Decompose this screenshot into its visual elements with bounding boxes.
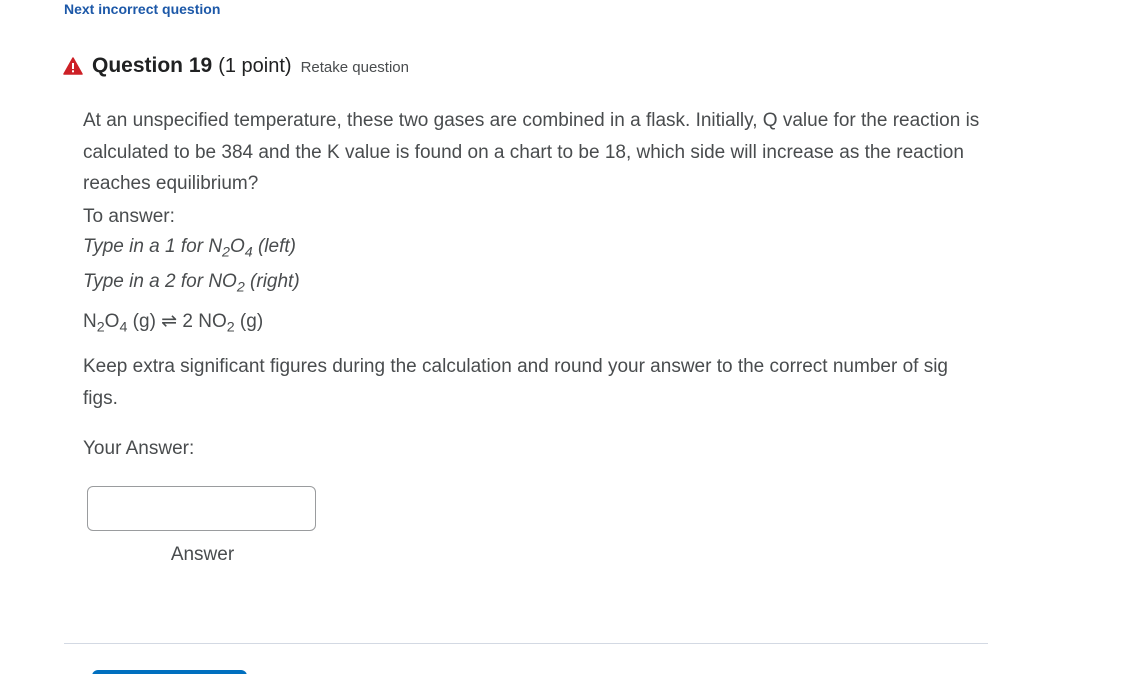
- to-answer-label: To answer:: [83, 206, 175, 227]
- answer-input[interactable]: [87, 486, 316, 531]
- quiz-page: Next incorrect question Question 19 (1 p…: [0, 0, 1140, 674]
- next-incorrect-question-link[interactable]: Next incorrect question: [64, 0, 220, 18]
- section-divider: [64, 643, 988, 644]
- question-points: (1 point): [218, 54, 292, 77]
- option-1-instruction: Type in a 1 for N2O4 (left): [83, 236, 296, 261]
- next-action-button[interactable]: [92, 670, 247, 674]
- answer-field-label: Answer: [170, 544, 235, 565]
- option-2-instruction: Type in a 2 for NO2 (right): [83, 271, 300, 296]
- reaction-equation: N2O4 (g) ⇌ 2 NO2 (g): [83, 311, 264, 336]
- retake-question-link[interactable]: Retake question: [301, 59, 409, 76]
- question-prompt: At an unspecified temperature, these two…: [83, 110, 980, 194]
- your-answer-label: Your Answer:: [83, 438, 195, 459]
- question-header: Question 19 (1 point) Retake question: [63, 53, 409, 79]
- question-title: Question 19: [92, 54, 213, 77]
- equilibrium-arrow-icon: ⇌: [161, 311, 178, 332]
- warning-triangle-icon: [63, 57, 83, 75]
- rounding-instructions: Keep extra significant figures during th…: [83, 356, 948, 409]
